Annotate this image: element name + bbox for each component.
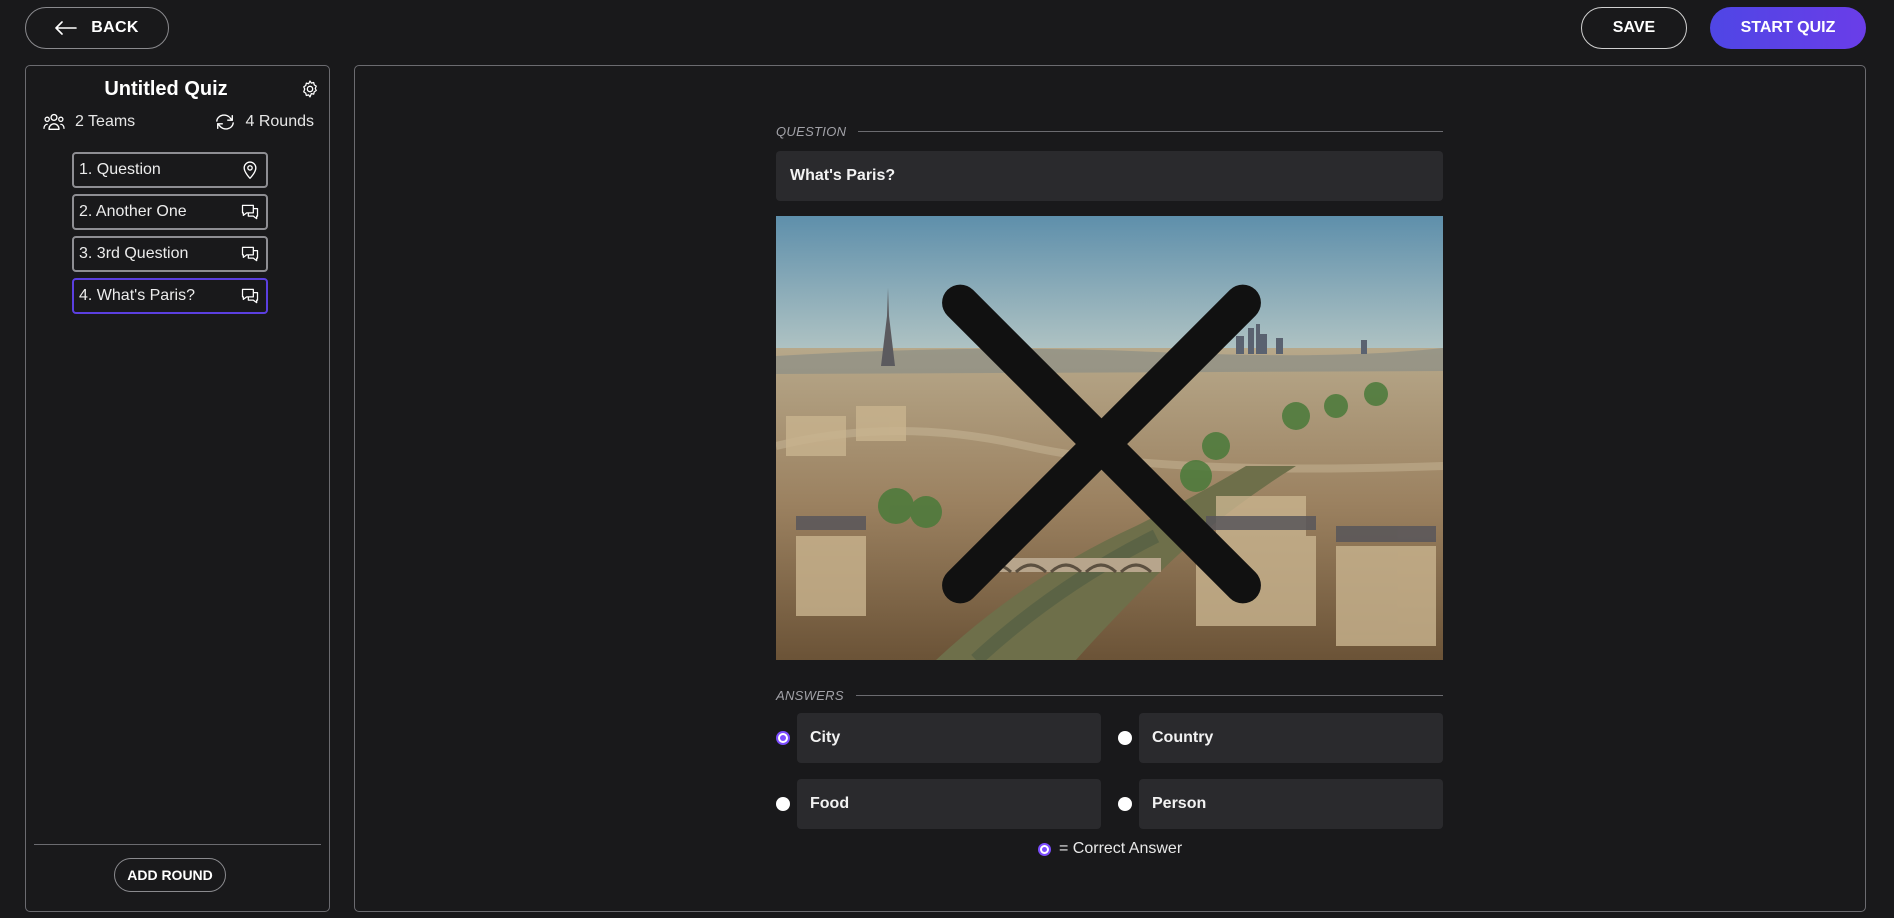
teams-count: 2 Teams xyxy=(43,112,135,132)
sidebar-divider xyxy=(34,844,321,845)
answer-input[interactable]: Food xyxy=(797,779,1101,829)
answer-input[interactable]: Country xyxy=(1139,713,1443,763)
round-item[interactable]: 3. 3rd Question xyxy=(72,236,268,272)
section-divider xyxy=(855,695,1443,696)
section-divider xyxy=(858,131,1443,132)
rounds-count: 4 Rounds xyxy=(214,112,315,132)
round-label: 4. What's Paris? xyxy=(79,287,195,304)
answer-row: City xyxy=(776,713,1101,763)
chat-bubbles-icon xyxy=(241,246,259,262)
teams-label: 2 Teams xyxy=(75,113,136,130)
answer-row: Food xyxy=(776,779,1101,829)
round-label: 2. Another One xyxy=(79,203,187,220)
close-icon[interactable] xyxy=(776,222,1435,660)
team-icon xyxy=(43,113,65,130)
answer-row: Person xyxy=(1118,779,1443,829)
round-label: 3. 3rd Question xyxy=(79,245,189,262)
quiz-title: Untitled Quiz xyxy=(104,78,228,100)
question-label: QUESTION xyxy=(776,124,847,139)
refresh-icon xyxy=(215,114,234,130)
chat-bubbles-icon xyxy=(241,204,259,220)
question-editor: QUESTION What's Paris? ANSWERS City Coun… xyxy=(354,65,1866,912)
round-item-active[interactable]: 4. What's Paris? xyxy=(72,278,268,314)
round-label: 1. Question xyxy=(79,161,161,178)
top-bar: BACK SAVE START QUIZ xyxy=(0,0,1894,60)
radio-selected-icon xyxy=(1038,842,1051,856)
question-image xyxy=(776,216,1443,660)
answers-label: ANSWERS xyxy=(776,688,844,703)
answer-radio[interactable] xyxy=(1118,731,1132,745)
round-item[interactable]: 2. Another One xyxy=(72,194,268,230)
answer-radio[interactable] xyxy=(776,797,790,811)
rounds-label: 4 Rounds xyxy=(245,113,315,130)
answers-section-label: ANSWERS xyxy=(776,688,1443,703)
legend-text: = Correct Answer xyxy=(1059,840,1183,857)
arrow-left-icon xyxy=(55,21,78,35)
back-button[interactable]: BACK xyxy=(25,7,169,49)
answer-row: Country xyxy=(1118,713,1443,763)
add-round-button[interactable]: ADD ROUND xyxy=(114,858,226,892)
back-label: BACK xyxy=(91,19,139,36)
location-pin-icon xyxy=(243,161,257,179)
save-button[interactable]: SAVE xyxy=(1581,7,1687,49)
question-section-label: QUESTION xyxy=(776,124,1443,139)
gear-icon[interactable] xyxy=(300,79,320,99)
rounds-list: 1. Question 2. Another One 3. 3rd Questi… xyxy=(72,152,268,320)
correct-answer-radio[interactable] xyxy=(776,731,790,745)
correct-answer-legend: = Correct Answer xyxy=(1038,840,1182,858)
answer-input[interactable]: City xyxy=(797,713,1101,763)
start-quiz-button[interactable]: START QUIZ xyxy=(1710,7,1866,49)
answer-input[interactable]: Person xyxy=(1139,779,1443,829)
question-input[interactable]: What's Paris? xyxy=(776,151,1443,201)
chat-bubbles-icon xyxy=(241,288,259,304)
answer-radio[interactable] xyxy=(1118,797,1132,811)
quiz-sidebar: Untitled Quiz 2 Teams 4 Rounds 1. Questi… xyxy=(25,65,330,912)
round-item[interactable]: 1. Question xyxy=(72,152,268,188)
